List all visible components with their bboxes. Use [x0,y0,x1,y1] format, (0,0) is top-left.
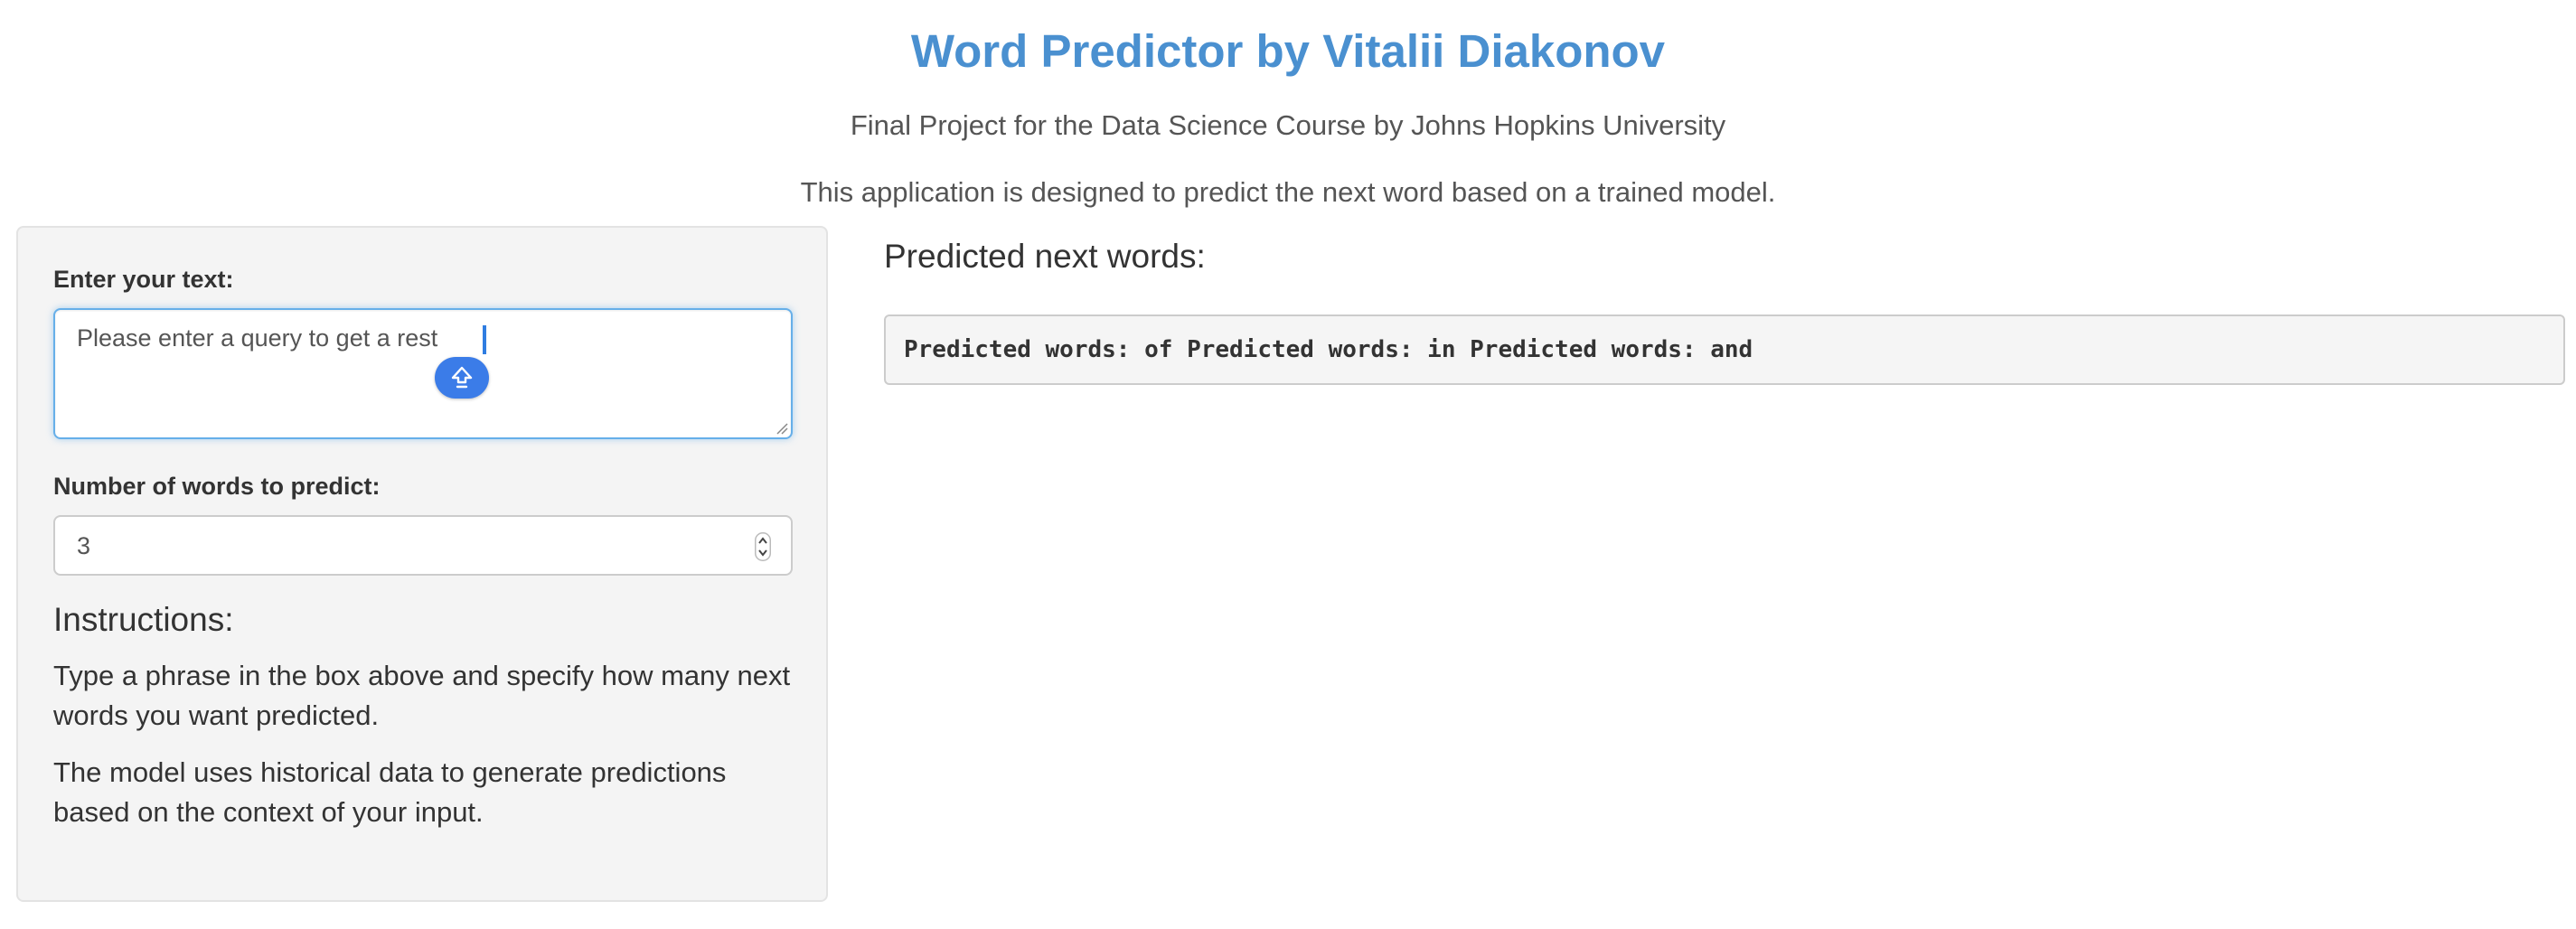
sidebar-panel: Enter your text: Please enter a query to… [16,226,828,902]
predictions-text: Predicted words: of Predicted words: in … [904,336,1753,363]
predictions-output: Predicted words: of Predicted words: in … [884,314,2565,385]
upload-arrow-icon [451,366,473,389]
number-input-label: Number of words to predict: [53,473,381,500]
instruction-paragraph: Type a phrase in the box above and speci… [53,660,791,731]
words-count-input[interactable]: 3 [53,515,793,576]
words-count-value: 3 [77,532,91,559]
instructions-heading: Instructions: [53,601,234,638]
app-description: This application is designed to predict … [800,176,1776,208]
text-input-label: Enter your text: [53,266,234,293]
page-title: Word Predictor by Vitalii Diakonov [910,25,1666,77]
text-cursor [483,325,486,354]
page-subtitle: Final Project for the Data Science Cours… [850,109,1726,141]
instruction-paragraph: The model uses historical data to genera… [53,756,727,828]
text-input-area[interactable]: Please enter a query to get a rest [53,308,793,439]
text-input-value: Please enter a query to get a rest [77,324,438,352]
app-page: Word Predictor by Vitalii Diakonov Final… [0,0,2576,929]
upload-arrow-button[interactable] [435,357,489,399]
spinner-icon[interactable] [755,532,771,561]
predictions-heading: Predicted next words: [884,238,1206,275]
resize-handle-icon[interactable] [776,422,788,435]
